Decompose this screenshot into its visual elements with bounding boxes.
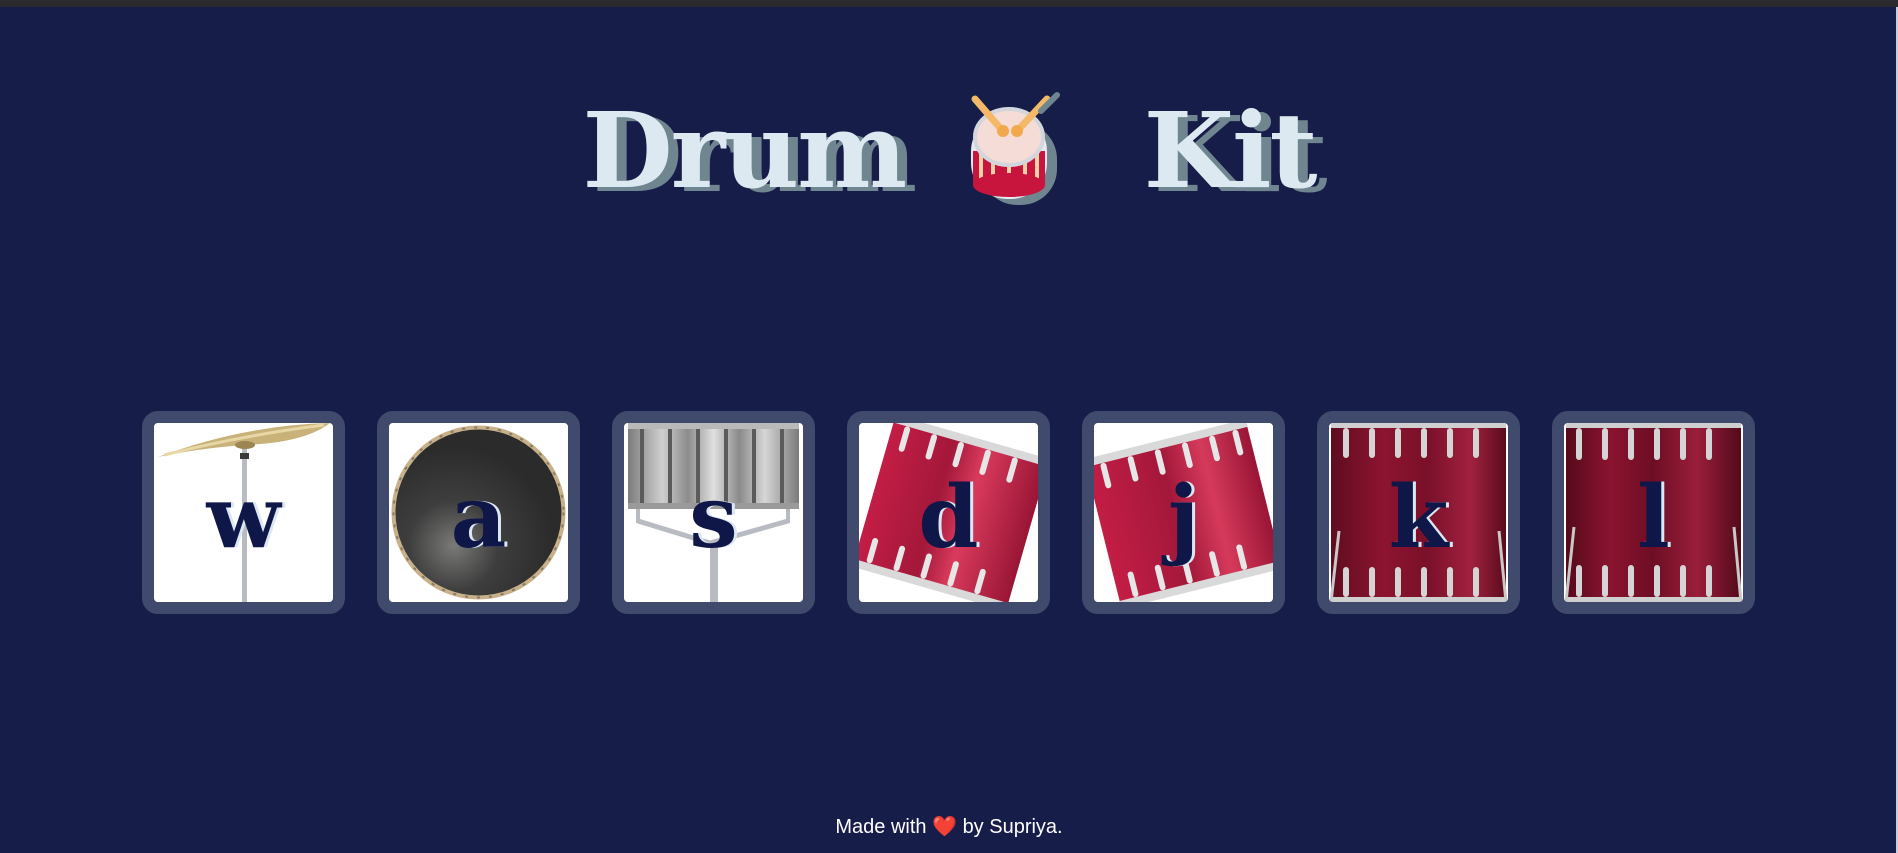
- footer: Made with ❤️ by Supriya.: [0, 814, 1898, 839]
- heart-icon: ❤️: [932, 816, 957, 838]
- drum-button-d[interactable]: d: [847, 411, 1050, 614]
- drum-key-label: k: [1388, 467, 1449, 568]
- drum-key-label: d: [918, 467, 979, 568]
- drum-with-sticks-icon: [959, 89, 1089, 213]
- drum-button-k[interactable]: k: [1317, 411, 1520, 614]
- drum-set: w a s d j k l: [142, 411, 1755, 614]
- page-title: Drum Kit: [0, 80, 1898, 213]
- footer-prefix: Made with: [835, 816, 927, 838]
- drum-key-label: a: [450, 467, 507, 568]
- title-word-kit: Kit: [1143, 88, 1318, 212]
- drum-button-s[interactable]: s: [612, 411, 815, 614]
- drum-key-label: s: [689, 467, 738, 568]
- drum-button-a[interactable]: a: [377, 411, 580, 614]
- drum-button-w[interactable]: w: [142, 411, 345, 614]
- title-word-drum: Drum: [582, 88, 907, 212]
- drum-button-l[interactable]: l: [1552, 411, 1755, 614]
- drum-key-label: l: [1637, 467, 1670, 568]
- drum-key-label: j: [1167, 467, 1200, 568]
- drum-button-j[interactable]: j: [1082, 411, 1285, 614]
- browser-top-bar: [0, 0, 1898, 7]
- drum-key-label: w: [206, 467, 281, 568]
- footer-suffix: by Supriya.: [962, 816, 1063, 838]
